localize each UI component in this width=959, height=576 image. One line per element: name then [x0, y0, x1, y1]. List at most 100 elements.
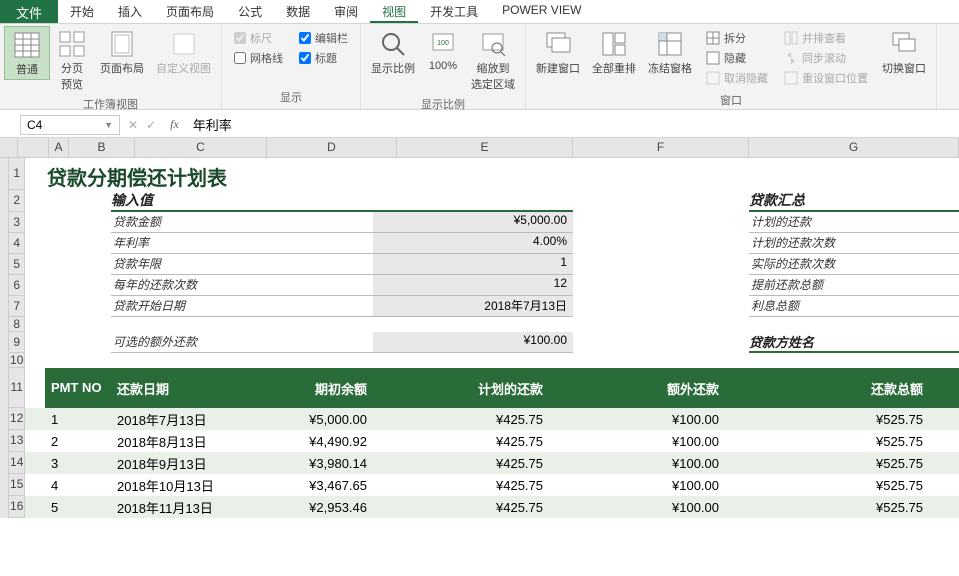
freeze-panes-button[interactable]: 冻结窗格 — [642, 26, 698, 78]
tab-formulas[interactable]: 公式 — [226, 0, 274, 23]
fx-icon[interactable]: fx — [164, 117, 185, 132]
table-row[interactable]: 12018年7月13日¥5,000.00¥425.75¥100.00¥525.7… — [25, 408, 959, 430]
table-row[interactable]: 52018年11月13日¥2,953.46¥425.75¥100.00¥525.… — [25, 496, 959, 518]
column-header-C[interactable]: C — [135, 138, 267, 157]
input-label: 贷款年限 — [111, 254, 373, 275]
cell-date: 2018年8月13日 — [111, 431, 243, 452]
custom-view-icon — [168, 28, 200, 60]
ribbon-group-zoom: 显示比例 100 100% 缩放到 选定区域 显示比例 — [361, 24, 526, 109]
tab-file[interactable]: 文件 — [0, 0, 58, 23]
column-header-A[interactable]: A — [49, 138, 69, 157]
zoom-button[interactable]: 显示比例 — [365, 26, 421, 78]
table-row[interactable]: 32018年9月13日¥3,980.14¥425.75¥100.00¥525.7… — [25, 452, 959, 474]
switch-window-button[interactable]: 切换窗口 — [876, 26, 932, 78]
side-by-side-button: 并排查看 — [780, 28, 872, 48]
page-break-button[interactable]: 分页 预览 — [50, 26, 94, 94]
freeze-panes-icon — [654, 28, 686, 60]
row-header-2[interactable]: 2 — [9, 190, 24, 212]
column-header-F[interactable]: F — [573, 138, 749, 157]
row-header-7[interactable]: 7 — [9, 296, 24, 317]
input-value[interactable]: 4.00% — [373, 233, 573, 254]
zoom-100-label: 100% — [429, 60, 457, 72]
cell-pmt-no: 5 — [45, 499, 111, 516]
cell-extra: ¥100.00 — [549, 433, 725, 450]
tab-view[interactable]: 视图 — [370, 0, 418, 23]
input-label: 贷款开始日期 — [111, 296, 373, 317]
input-value[interactable]: ¥5,000.00 — [373, 212, 573, 233]
cancel-icon: ✕ — [128, 118, 138, 132]
tab-powerview[interactable]: POWER VIEW — [490, 0, 593, 23]
split-button[interactable]: 拆分 — [702, 28, 772, 48]
headings-checkbox[interactable]: 标题 — [299, 50, 348, 66]
summary-label: 计划的还款次数 — [749, 233, 959, 254]
cell-total: ¥525.75 — [725, 455, 935, 472]
row-header-16[interactable]: 16 — [9, 496, 24, 518]
name-box-dropdown-icon[interactable]: ▼ — [104, 120, 113, 130]
row-header-5[interactable]: 5 — [9, 254, 24, 275]
arrange-all-icon — [598, 28, 630, 60]
zoom-100-button[interactable]: 100 100% — [421, 26, 465, 74]
name-box[interactable]: C4 ▼ — [20, 115, 120, 135]
th-date: 还款日期 — [111, 368, 243, 408]
row-header-10[interactable]: 10 — [9, 353, 24, 368]
gridlines-checkbox[interactable]: 网格线 — [234, 50, 283, 66]
tab-developer[interactable]: 开发工具 — [418, 0, 490, 23]
column-header-D[interactable]: D — [267, 138, 397, 157]
optional-extra-value[interactable]: ¥100.00 — [373, 332, 573, 353]
formula-input[interactable]: 年利率 — [185, 113, 959, 136]
cell-total: ¥525.75 — [725, 411, 935, 428]
row-header-6[interactable]: 6 — [9, 275, 24, 296]
page-layout-icon — [106, 28, 138, 60]
formula-bar-checkbox[interactable]: 编辑栏 — [299, 30, 348, 46]
normal-view-button[interactable]: 普通 — [4, 26, 50, 80]
row-header-1[interactable]: 1 — [9, 158, 24, 190]
cell-balance: ¥2,953.46 — [243, 499, 373, 516]
tab-data[interactable]: 数据 — [274, 0, 322, 23]
row-header-12[interactable]: 12 — [9, 408, 24, 430]
new-window-button[interactable]: 新建窗口 — [530, 26, 586, 78]
input-value[interactable]: 1 — [373, 254, 573, 275]
select-all-corner[interactable] — [18, 138, 49, 158]
cell-date: 2018年9月13日 — [111, 453, 243, 474]
cell-date: 2018年10月13日 — [111, 475, 243, 496]
normal-view-icon — [11, 29, 43, 61]
tab-page-layout[interactable]: 页面布局 — [154, 0, 226, 23]
cells-area[interactable]: 贷款分期偿还计划表 输入值 贷款汇总 贷款金额¥5,000.00计划的还款年利率… — [25, 158, 959, 518]
unhide-button: 取消隐藏 — [702, 68, 772, 88]
tab-insert[interactable]: 插入 — [106, 0, 154, 23]
input-value[interactable]: 12 — [373, 275, 573, 296]
cell-total: ¥525.75 — [725, 499, 935, 516]
row-header-4[interactable]: 4 — [9, 233, 24, 254]
tab-home[interactable]: 开始 — [58, 0, 106, 23]
new-window-icon — [542, 28, 574, 60]
page-break-icon — [56, 28, 88, 60]
tab-review[interactable]: 审阅 — [322, 0, 370, 23]
page-layout-button[interactable]: 页面布局 — [94, 26, 150, 78]
row-header-9[interactable]: 9 — [9, 332, 24, 353]
table-row[interactable]: 22018年8月13日¥4,490.92¥425.75¥100.00¥525.7… — [25, 430, 959, 452]
row-header-8[interactable]: 8 — [9, 317, 24, 332]
arrange-all-button[interactable]: 全部重排 — [586, 26, 642, 78]
arrange-all-label: 全部重排 — [592, 60, 636, 76]
cell-total: ¥525.75 — [725, 477, 935, 494]
column-header-G[interactable]: G — [749, 138, 959, 157]
row-header-15[interactable]: 15 — [9, 474, 24, 496]
row-header-11[interactable]: 11 — [9, 368, 24, 408]
table-row[interactable]: 42018年10月13日¥3,467.65¥425.75¥100.00¥525.… — [25, 474, 959, 496]
ribbon-group-show: 标尺 网格线 编辑栏 标题 显示 — [222, 24, 361, 109]
group-label-zoom: 显示比例 — [421, 94, 465, 114]
reset-position-button: 重设窗口位置 — [780, 68, 872, 88]
lender-name-header: 贷款方姓名 — [749, 332, 959, 353]
hide-button[interactable]: 隐藏 — [702, 48, 772, 68]
zoom-selection-button[interactable]: 缩放到 选定区域 — [465, 26, 521, 94]
input-value[interactable]: 2018年7月13日 — [373, 296, 573, 317]
cell-planned: ¥425.75 — [373, 499, 549, 516]
column-header-E[interactable]: E — [397, 138, 573, 157]
row-header-14[interactable]: 14 — [9, 452, 24, 474]
custom-view-button[interactable]: 自定义视图 — [150, 26, 217, 78]
column-header-B[interactable]: B — [69, 138, 135, 157]
row-header-3[interactable]: 3 — [9, 212, 24, 233]
summary-label: 利息总额 — [749, 296, 959, 317]
row-header-13[interactable]: 13 — [9, 430, 24, 452]
cell-date: 2018年11月13日 — [111, 497, 243, 518]
